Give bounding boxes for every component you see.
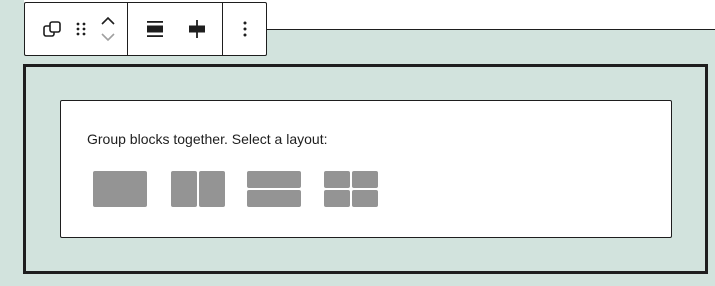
move-up-down-icon[interactable] [100, 14, 116, 44]
row-layout-icon[interactable] [171, 171, 225, 207]
justify-stretch-icon[interactable] [145, 19, 165, 39]
group-placeholder: Group blocks together. Select a layout: [60, 100, 672, 238]
toolbar-group-justification [128, 3, 223, 55]
more-options-icon[interactable] [242, 19, 248, 39]
group-icon[interactable] [42, 19, 62, 39]
layout-variations [93, 171, 378, 207]
toolbar-group-block-tools [25, 3, 128, 55]
block-toolbar [24, 2, 267, 56]
grid-layout-icon[interactable] [324, 171, 378, 207]
placeholder-instructions: Group blocks together. Select a layout: [87, 131, 328, 147]
group-layout-icon[interactable] [93, 171, 147, 207]
justify-center-icon[interactable] [187, 19, 207, 39]
toolbar-group-options [223, 3, 266, 55]
stack-layout-icon[interactable] [247, 171, 301, 207]
drag-handle-icon[interactable] [75, 19, 87, 39]
